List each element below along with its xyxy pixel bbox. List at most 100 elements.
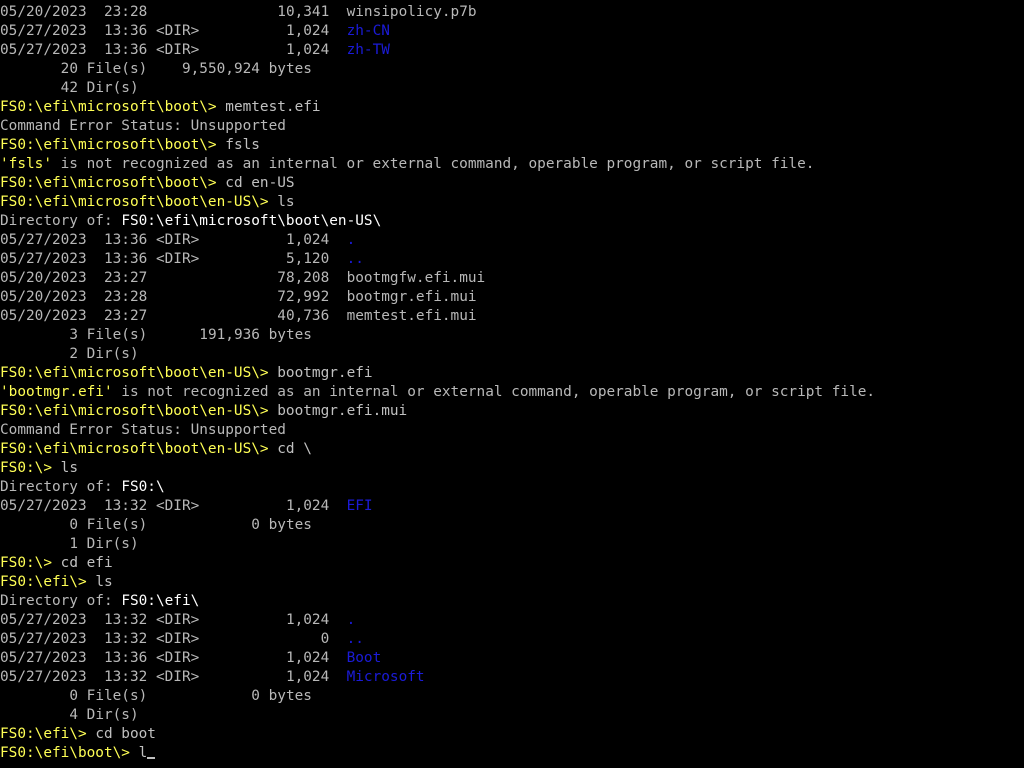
directory-path: FS0:\efi\microsoft\boot\en-US\: [121, 213, 382, 229]
error-quoted-command: 'fsls': [0, 156, 52, 172]
entry-size: 1,024: [285, 669, 330, 685]
entry-file-name: winsipolicy.p7b: [346, 4, 477, 20]
directory-path: FS0:\efi\: [121, 593, 200, 609]
shell-prompt: FS0:\efi\>: [0, 726, 87, 742]
entry-file-name: bootmgfw.efi.mui: [346, 270, 486, 286]
command-text: cd en-US: [225, 175, 295, 191]
dir-entry-row: 05/27/2023 13:32 <DIR> 1,024 EFI: [0, 497, 1024, 516]
prompt-line: FS0:\efi\microsoft\boot\en-US\> bootmgr.…: [0, 402, 1024, 421]
command-input-line[interactable]: FS0:\efi\boot\> l: [0, 744, 1024, 763]
entry-time: 13:32: [103, 498, 148, 514]
command-input[interactable]: l: [139, 745, 148, 761]
entry-time: 13:32: [103, 669, 148, 685]
entry-date: 05/27/2023: [0, 669, 87, 685]
entry-dir-tag: <DIR>: [155, 498, 200, 514]
entry-size: 1,024: [285, 232, 330, 248]
shell-prompt: FS0:\>: [0, 460, 52, 476]
entry-time: 13:36: [103, 650, 148, 666]
directory-path: FS0:\: [121, 479, 165, 495]
command-text: bootmgr.efi: [277, 365, 373, 381]
command-text: fsls: [225, 137, 260, 153]
summary-bytes: 9,550,924: [181, 61, 260, 77]
entry-size: 1,024: [285, 612, 330, 628]
summary-suffix: bytes: [268, 517, 312, 533]
shell-prompt: FS0:\efi\microsoft\boot\en-US\>: [0, 441, 269, 457]
summary-count: 2: [69, 346, 78, 362]
dir-summary: 20 File(s) 9,550,924 bytes: [0, 60, 1024, 79]
entry-time: 13:36: [103, 232, 148, 248]
error-message: 'bootmgr.efi' is not recognized as an in…: [0, 383, 1024, 402]
entry-time: 13:32: [103, 631, 148, 647]
entry-dir-name: Microsoft: [346, 669, 425, 685]
entry-file-name: bootmgr.efi.mui: [346, 289, 477, 305]
entry-dir-tag: <DIR>: [155, 23, 200, 39]
entry-date: 05/20/2023: [0, 270, 87, 286]
dir-summary: 1 Dir(s): [0, 535, 1024, 554]
dir-entry-row: 05/27/2023 13:32 <DIR> 1,024 Microsoft: [0, 668, 1024, 687]
prompt-line: FS0:\efi\microsoft\boot\> memtest.efi: [0, 98, 1024, 117]
entry-date: 05/20/2023: [0, 289, 87, 305]
status-text: Command Error Status: Unsupported: [0, 118, 286, 134]
entry-dir-tag: <DIR>: [155, 631, 200, 647]
entry-dir-name: zh-TW: [346, 42, 390, 58]
dir-summary: 42 Dir(s): [0, 79, 1024, 98]
directory-header: Directory of: FS0:\efi\microsoft\boot\en…: [0, 212, 1024, 231]
entry-dir-tag: <DIR>: [155, 669, 200, 685]
entry-dir-tag: <DIR>: [155, 232, 200, 248]
entry-file-name: memtest.efi.mui: [346, 308, 477, 324]
command-text: ls: [277, 194, 295, 210]
summary-count: 20: [60, 61, 78, 77]
entry-size: 5,120: [285, 251, 330, 267]
command-text: memtest.efi: [225, 99, 321, 115]
summary-unit: Dir(s): [86, 707, 139, 723]
entry-size: 1,024: [285, 42, 330, 58]
shell-prompt: FS0:\efi\boot\>: [0, 745, 130, 761]
command-text: bootmgr.efi.mui: [277, 403, 408, 419]
shell-prompt: FS0:\efi\microsoft\boot\>: [0, 137, 217, 153]
shell-prompt: FS0:\efi\microsoft\boot\en-US\>: [0, 194, 269, 210]
entry-date: 05/27/2023: [0, 612, 87, 628]
entry-dir-tag: <DIR>: [155, 251, 200, 267]
entry-dir-name: zh-CN: [346, 23, 390, 39]
dir-summary: 2 Dir(s): [0, 345, 1024, 364]
entry-date: 05/20/2023: [0, 4, 87, 20]
summary-unit: Dir(s): [86, 346, 139, 362]
summary-unit: File(s): [86, 688, 148, 704]
entry-date: 05/27/2023: [0, 251, 87, 267]
status-text: Command Error Status: Unsupported: [0, 422, 286, 438]
summary-unit: Dir(s): [86, 80, 139, 96]
summary-count: 0: [69, 688, 78, 704]
dir-entry-row: 05/27/2023 13:36 <DIR> 1,024 .: [0, 231, 1024, 250]
summary-count: 42: [60, 80, 78, 96]
directory-label: Directory of:: [0, 593, 113, 609]
entry-size: 1,024: [285, 650, 330, 666]
shell-prompt: FS0:\efi\microsoft\boot\en-US\>: [0, 403, 269, 419]
prompt-line: FS0:\efi\microsoft\boot\en-US\> cd \: [0, 440, 1024, 459]
prompt-line: FS0:\efi\microsoft\boot\en-US\> ls: [0, 193, 1024, 212]
entry-date: 05/27/2023: [0, 631, 87, 647]
dir-summary: 0 File(s) 0 bytes: [0, 687, 1024, 706]
entry-dir-tag: [156, 289, 199, 305]
entry-time: 13:36: [103, 251, 148, 267]
entry-dir-tag: <DIR>: [155, 42, 200, 58]
entry-date: 05/27/2023: [0, 23, 87, 39]
dir-entry-row: 05/27/2023 13:36 <DIR> 1,024 Boot: [0, 649, 1024, 668]
command-text: ls: [95, 574, 113, 590]
dir-summary: 4 Dir(s): [0, 706, 1024, 725]
prompt-line: FS0:\efi\microsoft\boot\en-US\> bootmgr.…: [0, 364, 1024, 383]
summary-count: 1: [69, 536, 78, 552]
dir-entry-row: 05/20/2023 23:28 72,992 bootmgr.efi.mui: [0, 288, 1024, 307]
dir-summary: 0 File(s) 0 bytes: [0, 516, 1024, 535]
prompt-line: FS0:\efi\microsoft\boot\> cd en-US: [0, 174, 1024, 193]
directory-label: Directory of:: [0, 479, 113, 495]
entry-date: 05/20/2023: [0, 308, 87, 324]
error-quoted-command: 'bootmgr.efi': [0, 384, 113, 400]
summary-suffix: bytes: [268, 327, 312, 343]
command-text: ls: [60, 460, 78, 476]
shell-prompt: FS0:\efi\microsoft\boot\>: [0, 175, 217, 191]
dir-entry-row: 05/20/2023 23:27 40,736 memtest.efi.mui: [0, 307, 1024, 326]
command-text: cd efi: [60, 555, 113, 571]
dir-entry-row: 05/20/2023 23:28 10,341 winsipolicy.p7b: [0, 3, 1024, 22]
entry-date: 05/27/2023: [0, 498, 87, 514]
shell-terminal[interactable]: 05/20/2023 23:28 10,341 winsipolicy.p7b 0…: [0, 3, 1024, 768]
